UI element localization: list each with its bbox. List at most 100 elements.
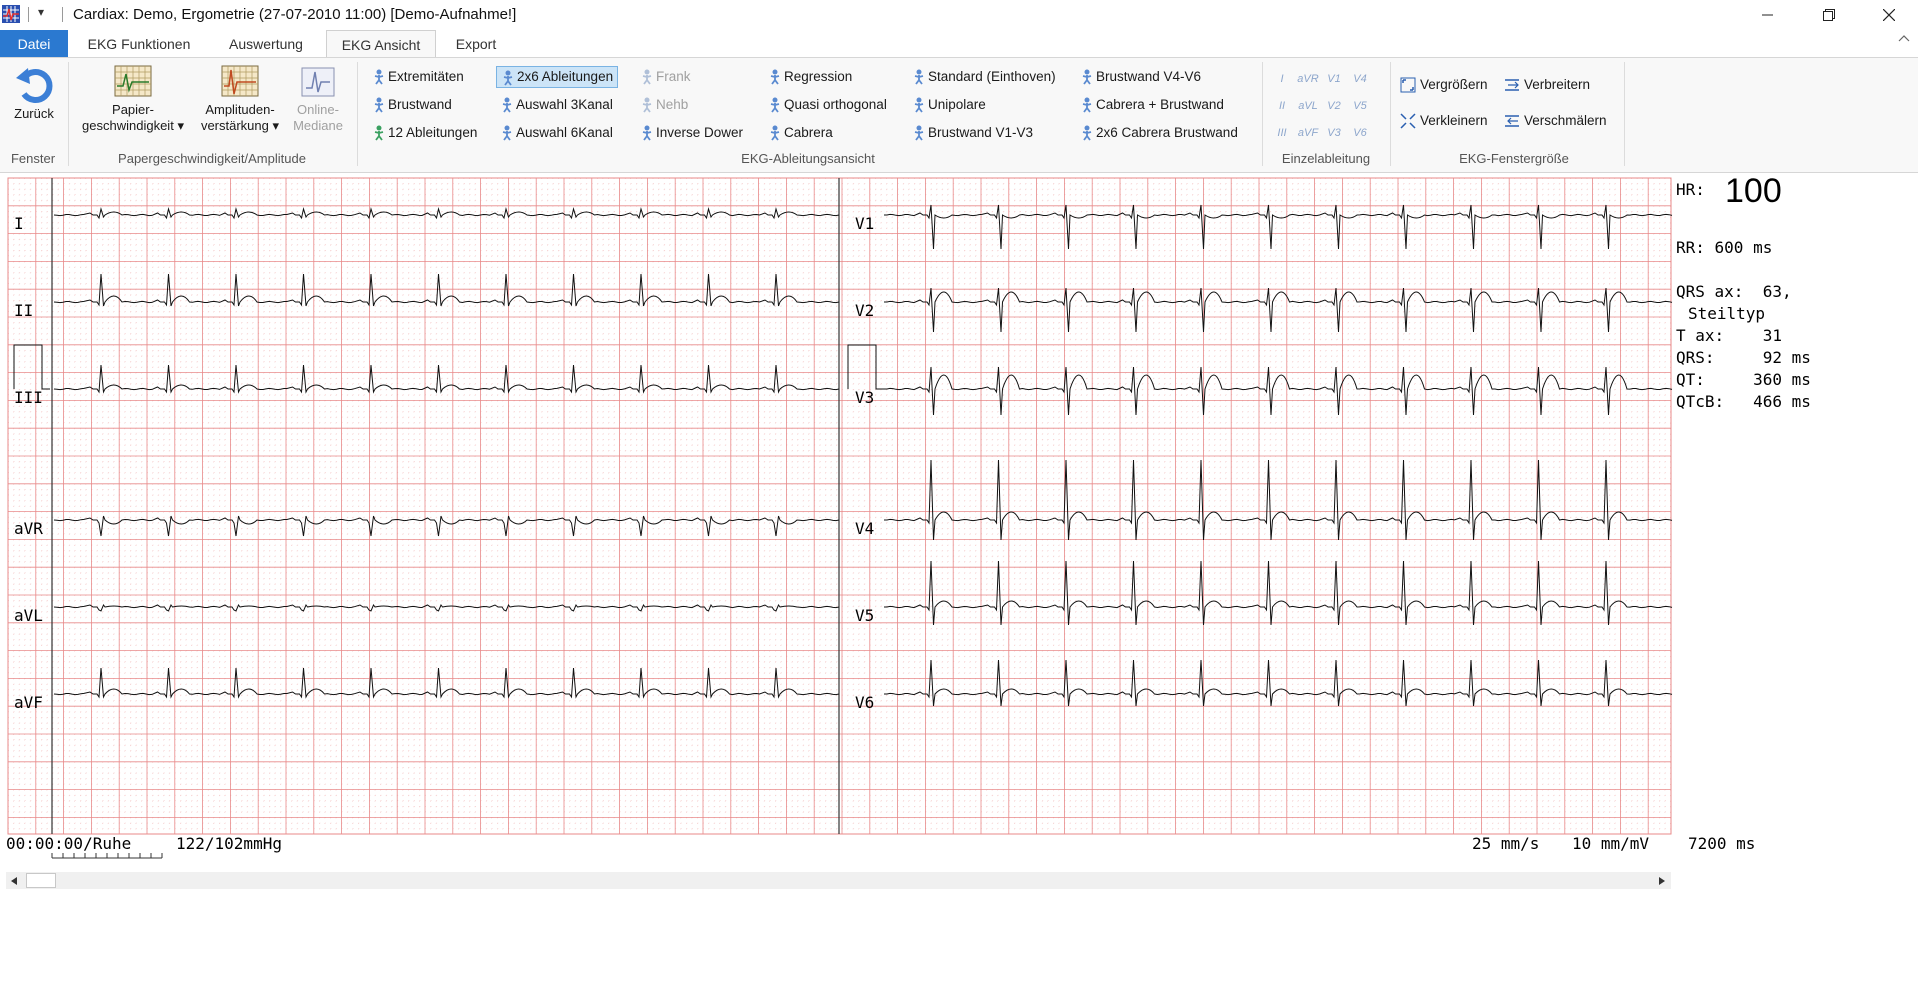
chevron-down-icon: ▾	[177, 118, 184, 133]
amplitude-label-2: verstärkung	[200, 118, 269, 133]
paper-speed-label-1: Papier-	[112, 102, 154, 117]
lead-view-2x6-cabrera-brustwand-button[interactable]: 2x6 Cabrera Brustwand	[1076, 122, 1242, 144]
person-lead-icon	[503, 70, 513, 86]
ecg-grid-canvas[interactable]: IIIIIIaVRaVLaVFV1V2V3V4V5V6	[0, 174, 1918, 874]
lead-view-inverse-dower-button[interactable]: Inverse Dower	[636, 122, 747, 144]
group-separator	[1262, 62, 1263, 166]
hr-value: 100	[1725, 172, 1782, 210]
lead-view-label: 12 Ableitungen	[388, 125, 478, 140]
lead-view-standard-einthoven-button[interactable]: Standard (Einthoven)	[908, 66, 1060, 88]
lead-view-brustwand-v1-v3-button[interactable]: Brustwand V1-V3	[908, 122, 1037, 144]
lead-view-regression-button[interactable]: Regression	[764, 66, 856, 88]
single-lead-v5-button[interactable]: V5	[1348, 95, 1372, 117]
vergroessern-button[interactable]: Vergrößern	[1398, 74, 1488, 96]
scroll-thumb[interactable]	[26, 873, 56, 888]
lead-view-frank-button[interactable]: Frank	[636, 66, 695, 88]
lead-view-label: Brustwand	[388, 97, 452, 112]
lead-view-12-ableitungen-button[interactable]: 12 Ableitungen	[368, 122, 481, 144]
lead-view-2x6-ableitungen-button[interactable]: 2x6 Ableitungen	[496, 66, 619, 88]
paper-speed-status: 25 mm/s	[1472, 834, 1540, 853]
lead-view-label: 2x6 Cabrera Brustwand	[1096, 125, 1238, 140]
single-lead-v6-button[interactable]: V6	[1348, 122, 1372, 144]
restore-icon	[1823, 9, 1835, 21]
lead-view-auswahl-6kanal-button[interactable]: Auswahl 6Kanal	[496, 122, 617, 144]
scroll-left-button[interactable]	[6, 872, 23, 889]
ecg-trace-iii	[53, 364, 840, 394]
horizontal-scrollbar[interactable]	[6, 872, 1671, 889]
single-lead-avr-button[interactable]: aVR	[1296, 68, 1320, 90]
lead-view-brustwand-button[interactable]: Brustwand	[368, 94, 456, 116]
ecg-trace-v6	[884, 659, 1673, 707]
group-label-paper: Papergeschwindigkeit/Amplitude	[118, 151, 306, 166]
verkleinern-button[interactable]: Verkleinern	[1398, 110, 1488, 132]
blood-pressure-status: 122/102mmHg	[176, 834, 282, 853]
single-lead-v3-button[interactable]: V3	[1322, 122, 1346, 144]
triangle-left-icon	[10, 876, 17, 885]
shrink-icon	[1400, 113, 1416, 129]
ecg-trace-ii	[53, 273, 840, 307]
minimize-button[interactable]	[1739, 0, 1797, 30]
tab-ekg-funktionen[interactable]: EKG Funktionen	[73, 30, 205, 58]
lead-label-avl: aVL	[14, 606, 43, 625]
single-lead-i-button[interactable]: I	[1270, 68, 1294, 90]
tab-export[interactable]: Export	[444, 30, 508, 58]
lead-view-label: Quasi orthogonal	[784, 97, 887, 112]
lead-view-nehb-button[interactable]: Nehb	[636, 94, 692, 116]
ecg-trace-avf	[53, 667, 840, 699]
lead-label-iii: III	[14, 388, 43, 407]
single-lead-avf-button[interactable]: aVF	[1296, 122, 1320, 144]
single-lead-v4-button[interactable]: V4	[1348, 68, 1372, 90]
single-lead-ii-button[interactable]: II	[1270, 95, 1294, 117]
tab-ekg-ansicht[interactable]: EKG Ansicht	[326, 30, 436, 58]
median-icon	[301, 67, 335, 97]
verbreitern-button[interactable]: Verbreitern	[1502, 74, 1590, 96]
lead-view-brustwand-v4-v6-button[interactable]: Brustwand V4-V6	[1076, 66, 1205, 88]
person-lead-icon	[914, 69, 924, 85]
person-lead-icon	[642, 125, 652, 141]
triangle-right-icon	[1658, 876, 1665, 885]
lead-label-v4: V4	[855, 519, 874, 538]
single-lead-v1-button[interactable]: V1	[1322, 68, 1346, 90]
single-lead-iii-button[interactable]: III	[1270, 122, 1294, 144]
quick-access-dropdown-icon[interactable]: ▾	[38, 5, 44, 19]
lead-view-unipolare-button[interactable]: Unipolare	[908, 94, 990, 116]
single-lead-v2-button[interactable]: V2	[1322, 95, 1346, 117]
ecg-view[interactable]: I II III aVR aVL aVF V1 V2 V3 V4 V5 V6 HR: 100 RR: …	[0, 172, 1918, 874]
single-lead-avl-button[interactable]: aVL	[1296, 95, 1320, 117]
close-button[interactable]	[1860, 0, 1918, 30]
qrs-duration-value: QRS: 92 ms	[1676, 348, 1811, 367]
lead-label-v3: V3	[855, 388, 874, 407]
lead-view-label: Frank	[656, 69, 691, 84]
restore-button[interactable]	[1800, 0, 1858, 30]
lead-view-label: Standard (Einthoven)	[928, 69, 1056, 84]
lead-view-cabrera-button[interactable]: Cabrera	[764, 122, 837, 144]
lead-view-auswahl-3kanal-button[interactable]: Auswahl 3Kanal	[496, 94, 617, 116]
lead-label-i: I	[14, 214, 24, 233]
lead-label-avf: aVF	[14, 693, 43, 712]
tab-auswertung[interactable]: Auswertung	[214, 30, 318, 58]
zurueck-button[interactable]: Zurück	[6, 64, 62, 122]
amplitude-button[interactable]: Amplituden- verstärkung ▾	[196, 64, 284, 134]
lead-label-ii: II	[14, 301, 33, 320]
lead-view-label: Cabrera	[784, 125, 833, 140]
ribbon-collapse-icon[interactable]	[1898, 33, 1910, 43]
person-lead-icon	[1082, 125, 1092, 141]
lead-label-avr: aVR	[14, 519, 43, 538]
online-median-button[interactable]: Online- Mediane	[286, 64, 350, 134]
time-ruler	[51, 853, 163, 859]
grid-paper-icon	[114, 65, 152, 97]
paper-speed-button[interactable]: Papier- geschwindigkeit ▾	[74, 64, 192, 134]
verkleinern-label: Verkleinern	[1420, 113, 1488, 128]
lead-view-cabrera-brustwand-button[interactable]: Cabrera + Brustwand	[1076, 94, 1228, 116]
lead-view-quasi-orthogonal-button[interactable]: Quasi orthogonal	[764, 94, 891, 116]
lead-view-label: Brustwand V4-V6	[1096, 69, 1202, 84]
scroll-right-button[interactable]	[1654, 872, 1671, 889]
qtcb-value: QTcB: 466 ms	[1676, 392, 1811, 411]
lead-view-label: Unipolare	[928, 97, 986, 112]
window-title: Cardiax: Demo, Ergometrie (27-07-2010 11…	[73, 6, 517, 23]
verschmaelern-button[interactable]: Verschmälern	[1502, 110, 1607, 132]
group-label-fenster: Fenster	[10, 151, 56, 166]
lead-view-extremitäten-button[interactable]: Extremitäten	[368, 66, 468, 88]
app-icon[interactable]	[2, 5, 20, 23]
tab-datei[interactable]: Datei	[0, 30, 68, 58]
